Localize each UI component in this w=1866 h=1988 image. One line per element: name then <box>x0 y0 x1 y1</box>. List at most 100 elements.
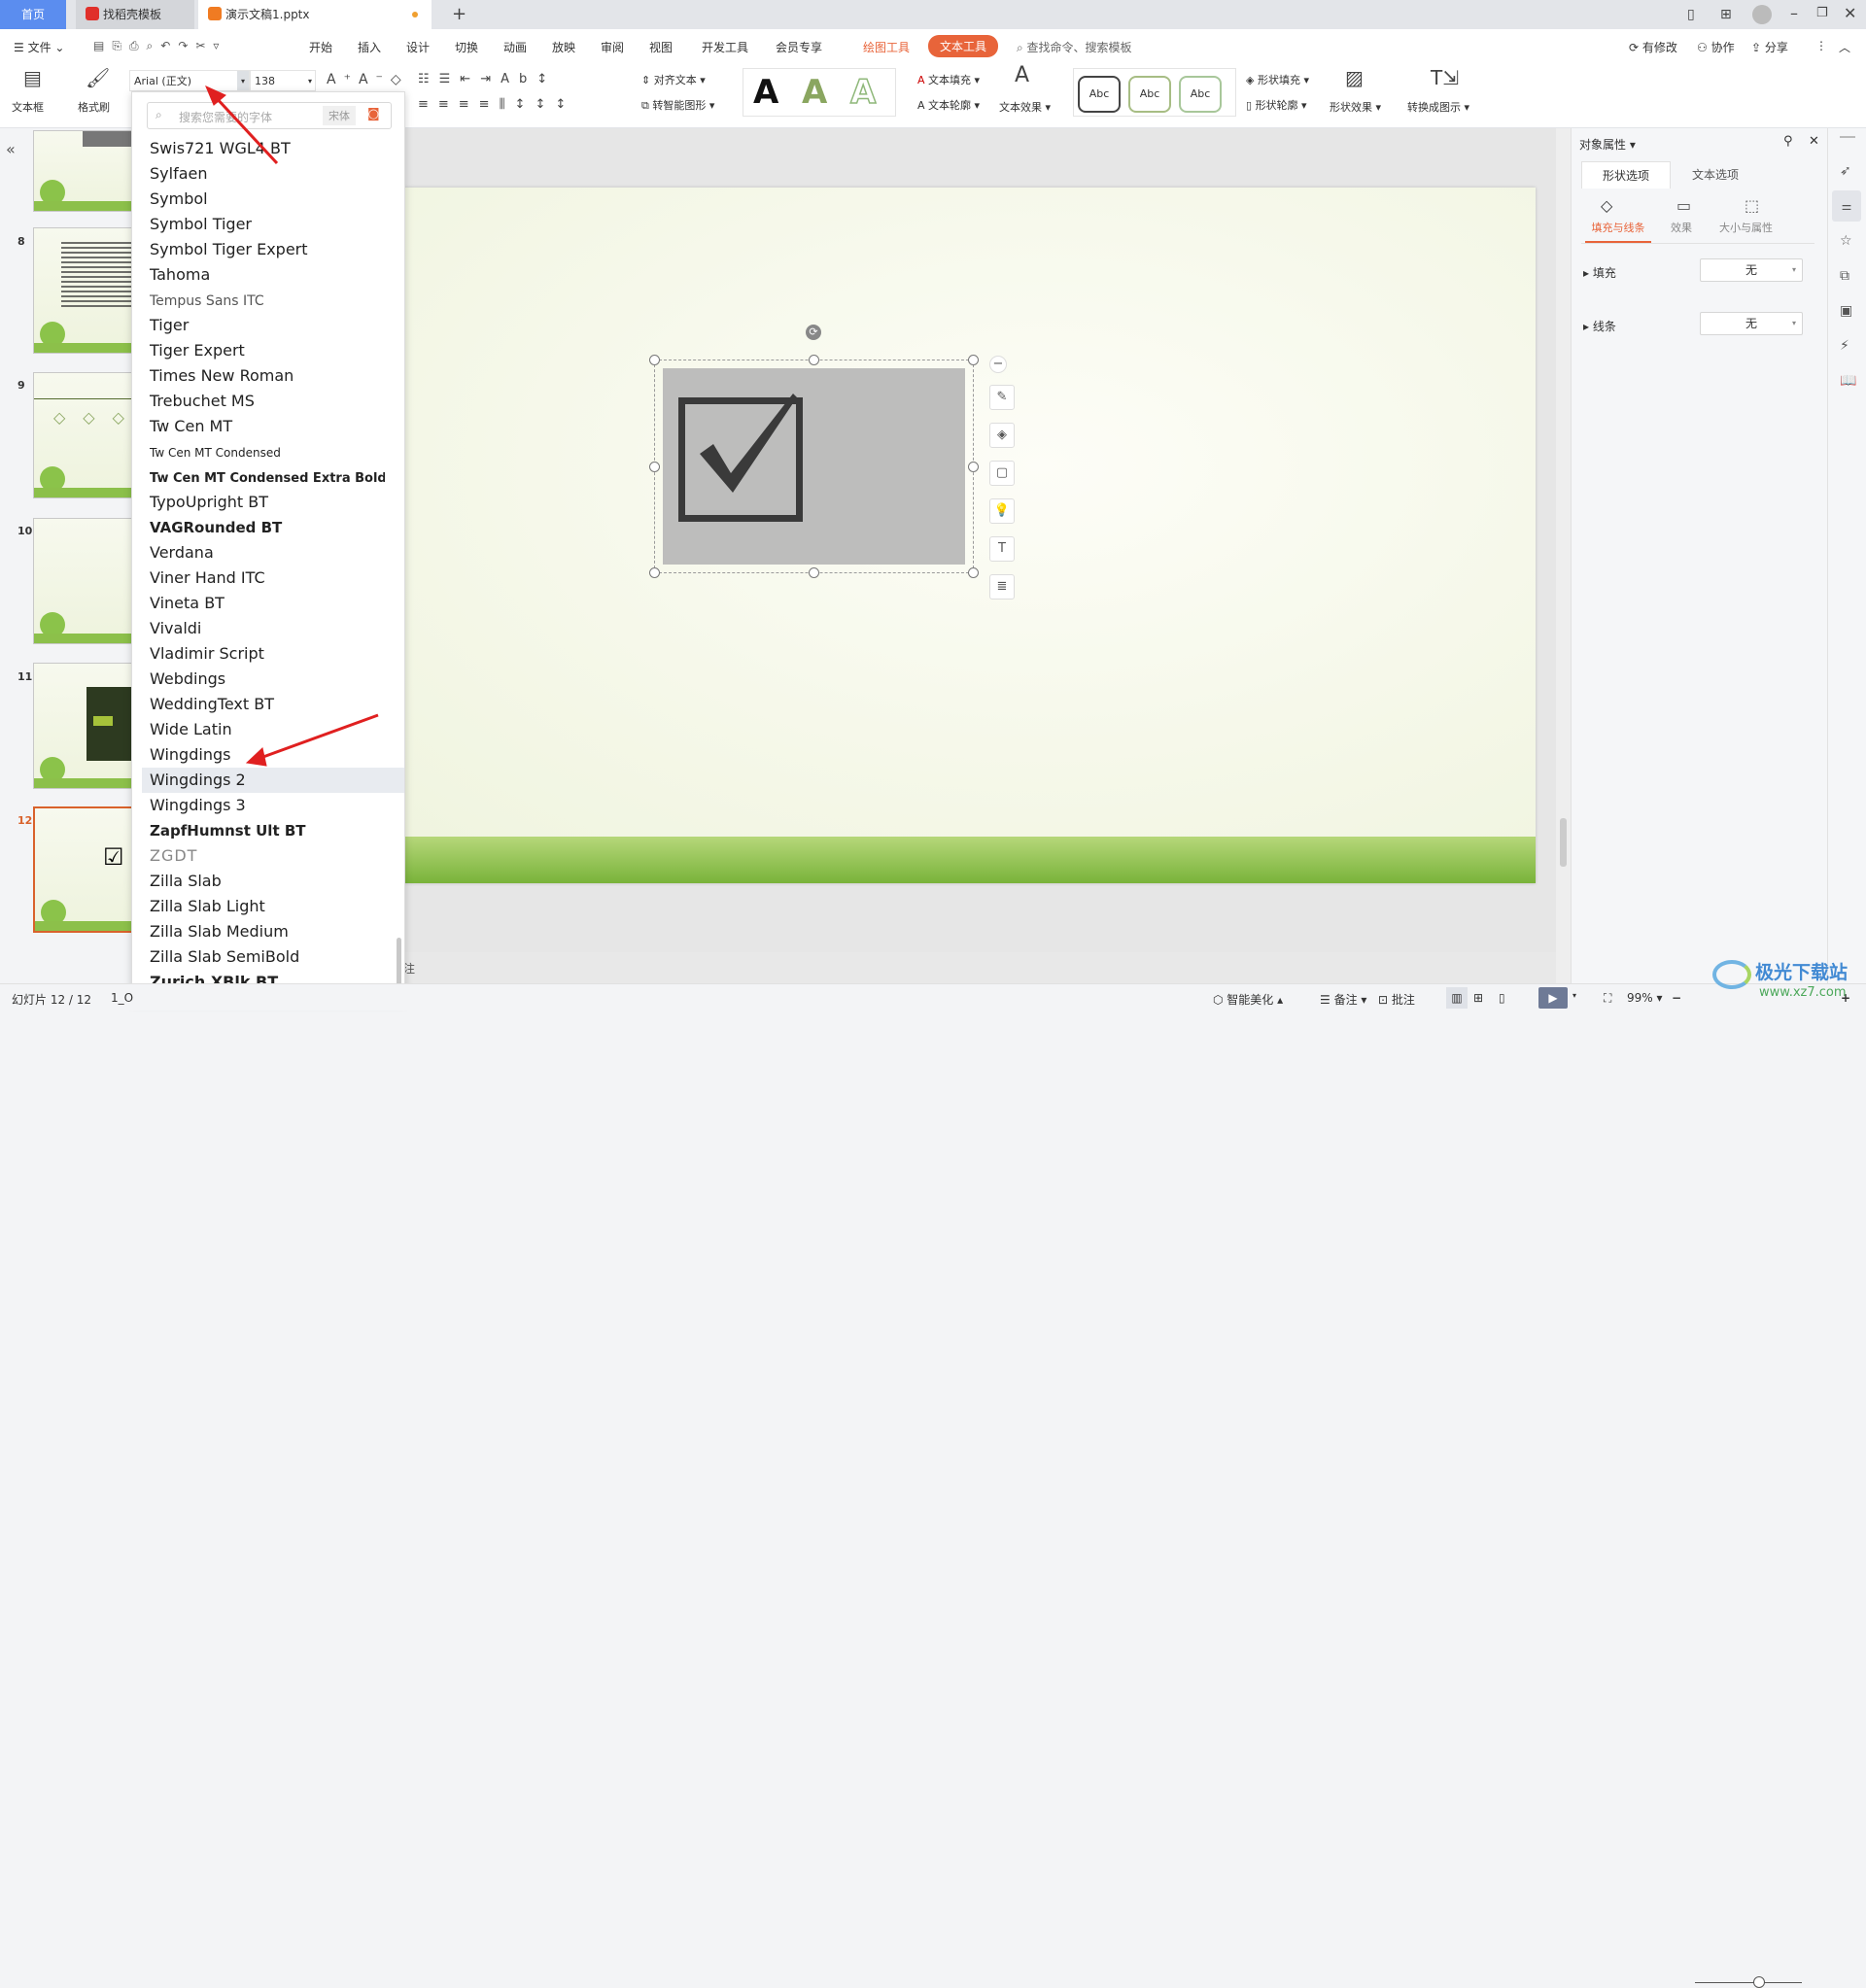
font-option[interactable]: Tiger Expert <box>142 338 385 363</box>
font-option[interactable]: Wingdings 3 <box>142 793 385 818</box>
minimize-icon[interactable]: – <box>1790 6 1798 21</box>
menu-text-tools[interactable]: 文本工具 <box>928 35 999 57</box>
font-option[interactable]: TypoUpright BT <box>142 490 385 515</box>
menu-item[interactable]: 开发工具 <box>702 39 748 55</box>
list-indent-icons[interactable]: ☷☰⇤⇥Ab↕ <box>418 72 557 87</box>
reading-view-icon[interactable]: ▯ <box>1499 991 1505 1005</box>
menu-item[interactable]: 开始 <box>309 39 332 55</box>
slide[interactable]: ⟳ − ✎ ◈ ▢ 💡 T ≣ <box>300 188 1536 883</box>
play-slideshow-button[interactable]: ▶ <box>1538 987 1568 1009</box>
font-option[interactable]: Zilla Slab Medium <box>142 919 385 944</box>
zoom-slider-thumb[interactable] <box>1753 1976 1765 1988</box>
menu-item[interactable]: 放映 <box>552 39 575 55</box>
play-options-chevron[interactable]: ▾ <box>1572 991 1576 1000</box>
menu-item[interactable]: 设计 <box>406 39 430 55</box>
slide-thumbnail-12[interactable]: ☑ <box>33 806 131 933</box>
font-tag[interactable]: 宋体 <box>323 106 356 125</box>
fill-section-toggle[interactable]: ▸ 填充 <box>1583 264 1616 281</box>
textbox-button[interactable]: 文本框 <box>12 99 44 115</box>
book-icon[interactable]: 📖 <box>1840 373 1856 389</box>
file-menu[interactable]: ☰ 文件 ⌄ <box>14 39 64 55</box>
font-option[interactable]: VAGRounded BT <box>142 515 385 540</box>
text-fill-button[interactable]: A 文本填充 ▾ <box>917 72 980 87</box>
layout-icon[interactable]: ▯ <box>1687 7 1695 22</box>
font-option[interactable]: Wide Latin <box>142 717 385 742</box>
fill-select[interactable]: 无 ▾ <box>1700 258 1803 282</box>
camera-icon[interactable]: ◙ <box>367 107 380 121</box>
vertical-scrollbar[interactable] <box>1556 128 1571 983</box>
convert-diagram-button[interactable]: 转换成图示 ▾ <box>1407 99 1469 115</box>
format-painter-button[interactable]: 格式刷 <box>78 99 110 115</box>
resize-handle[interactable] <box>968 355 979 365</box>
tab-templates[interactable]: 找稻壳模板 <box>76 0 194 29</box>
bulb-icon[interactable]: 💡 <box>989 498 1015 524</box>
slide-thumbnail-11[interactable] <box>33 663 131 789</box>
slide-thumbnail-9[interactable]: ◇◇◇ <box>33 372 131 498</box>
subtab-size-properties[interactable]: 大小与属性 <box>1719 220 1773 235</box>
font-option[interactable]: Symbol Tiger Expert <box>142 237 385 262</box>
comment-button[interactable]: ⊡ 批注 <box>1378 991 1415 1008</box>
font-option[interactable]: WeddingText BT <box>142 692 385 717</box>
font-option[interactable]: Vladimir Script <box>142 641 385 667</box>
panel-title[interactable]: 对象属性 ▾ <box>1579 136 1636 153</box>
font-option[interactable]: Swis721 WGL4 BT <box>142 136 385 161</box>
menu-item[interactable]: 动画 <box>503 39 527 55</box>
font-size-select[interactable]: 138 ▾ <box>250 70 316 91</box>
grid-icon[interactable]: ⊞ <box>1720 7 1732 22</box>
collapse-ribbon-icon[interactable]: ︿ <box>1839 39 1850 55</box>
font-option[interactable]: Sylfaen <box>142 161 385 187</box>
transition-icon[interactable]: ⧉ <box>1840 268 1849 284</box>
rotate-handle[interactable]: ⟳ <box>806 325 821 340</box>
font-grow-shrink-clear-icons[interactable]: A⁺A⁻◇ <box>327 72 409 87</box>
pin-icon[interactable]: ⚲ <box>1783 134 1793 149</box>
resize-handle[interactable] <box>649 567 660 578</box>
close-icon[interactable]: ✕ <box>1844 6 1856 21</box>
font-option[interactable]: Symbol <box>142 187 385 212</box>
lightning-icon[interactable]: ⚡ <box>1840 338 1849 354</box>
zoom-slider[interactable] <box>1695 1982 1802 1983</box>
font-option[interactable]: Zilla Slab <box>142 869 385 894</box>
modified-button[interactable]: ⟳ 有修改 <box>1629 39 1677 55</box>
avatar[interactable] <box>1752 5 1772 24</box>
smart-shape-button[interactable]: ⧉ 转智能图形 ▾ <box>641 97 714 113</box>
normal-view-icon[interactable]: ▥ <box>1446 987 1468 1009</box>
wordart-style-green[interactable]: A <box>802 73 827 112</box>
font-option[interactable]: Vivaldi <box>142 616 385 641</box>
font-option[interactable]: Wingdings <box>142 742 385 768</box>
fill-icon[interactable]: ◈ <box>989 423 1015 448</box>
close-icon[interactable]: ✕ <box>1809 134 1819 149</box>
resize-handle[interactable] <box>649 355 660 365</box>
wordart-style-outline[interactable]: A <box>849 72 877 113</box>
menu-item[interactable]: 审阅 <box>601 39 624 55</box>
align-text-button[interactable]: ⇕ 对齐文本 ▾ <box>641 72 706 87</box>
text-wrap-icon[interactable]: ≣ <box>989 574 1015 600</box>
text-effect-button[interactable]: 文本效果 ▾ <box>999 99 1051 115</box>
font-option[interactable]: ZGDT <box>142 843 385 869</box>
resize-handle[interactable] <box>968 567 979 578</box>
rocket-icon[interactable]: ➶ <box>1840 163 1851 179</box>
font-option[interactable]: ZapfHumnst Ult BT <box>142 818 385 843</box>
drag-handle[interactable] <box>1840 136 1855 138</box>
line-section-toggle[interactable]: ▸ 线条 <box>1583 318 1616 334</box>
collapse-panel-icon[interactable]: « <box>6 140 16 158</box>
resize-handle[interactable] <box>968 462 979 472</box>
font-option[interactable]: Symbol Tiger <box>142 212 385 237</box>
more-icon[interactable]: ⋮ <box>1815 39 1827 52</box>
font-option[interactable]: Tiger <box>142 313 385 338</box>
star-icon[interactable]: ☆ <box>1840 233 1852 249</box>
animation-icon[interactable]: ▣ <box>1840 303 1852 319</box>
fit-window-icon[interactable]: ⛶ <box>1604 991 1611 1006</box>
restore-icon[interactable]: ❐ <box>1816 6 1828 21</box>
slide-thumbnail-8[interactable] <box>33 227 131 354</box>
font-option[interactable]: Times New Roman <box>142 363 385 389</box>
font-search-input[interactable]: ⌕ 搜索您需要的字体 宋体 ◙ <box>147 102 392 129</box>
font-option[interactable]: Viner Hand ITC <box>142 566 385 591</box>
resize-handle[interactable] <box>809 567 819 578</box>
selected-shape[interactable]: ⟳ <box>649 325 979 578</box>
menu-item[interactable]: 切换 <box>455 39 478 55</box>
shape-fill-button[interactable]: ◈ 形状填充 ▾ <box>1246 72 1309 87</box>
font-option[interactable]: Webdings <box>142 667 385 692</box>
font-option[interactable]: Tempus Sans ITC <box>142 288 385 313</box>
notes-button[interactable]: ☰ 备注 ▾ <box>1320 991 1366 1008</box>
properties-icon[interactable]: ⚌ <box>1832 190 1861 222</box>
